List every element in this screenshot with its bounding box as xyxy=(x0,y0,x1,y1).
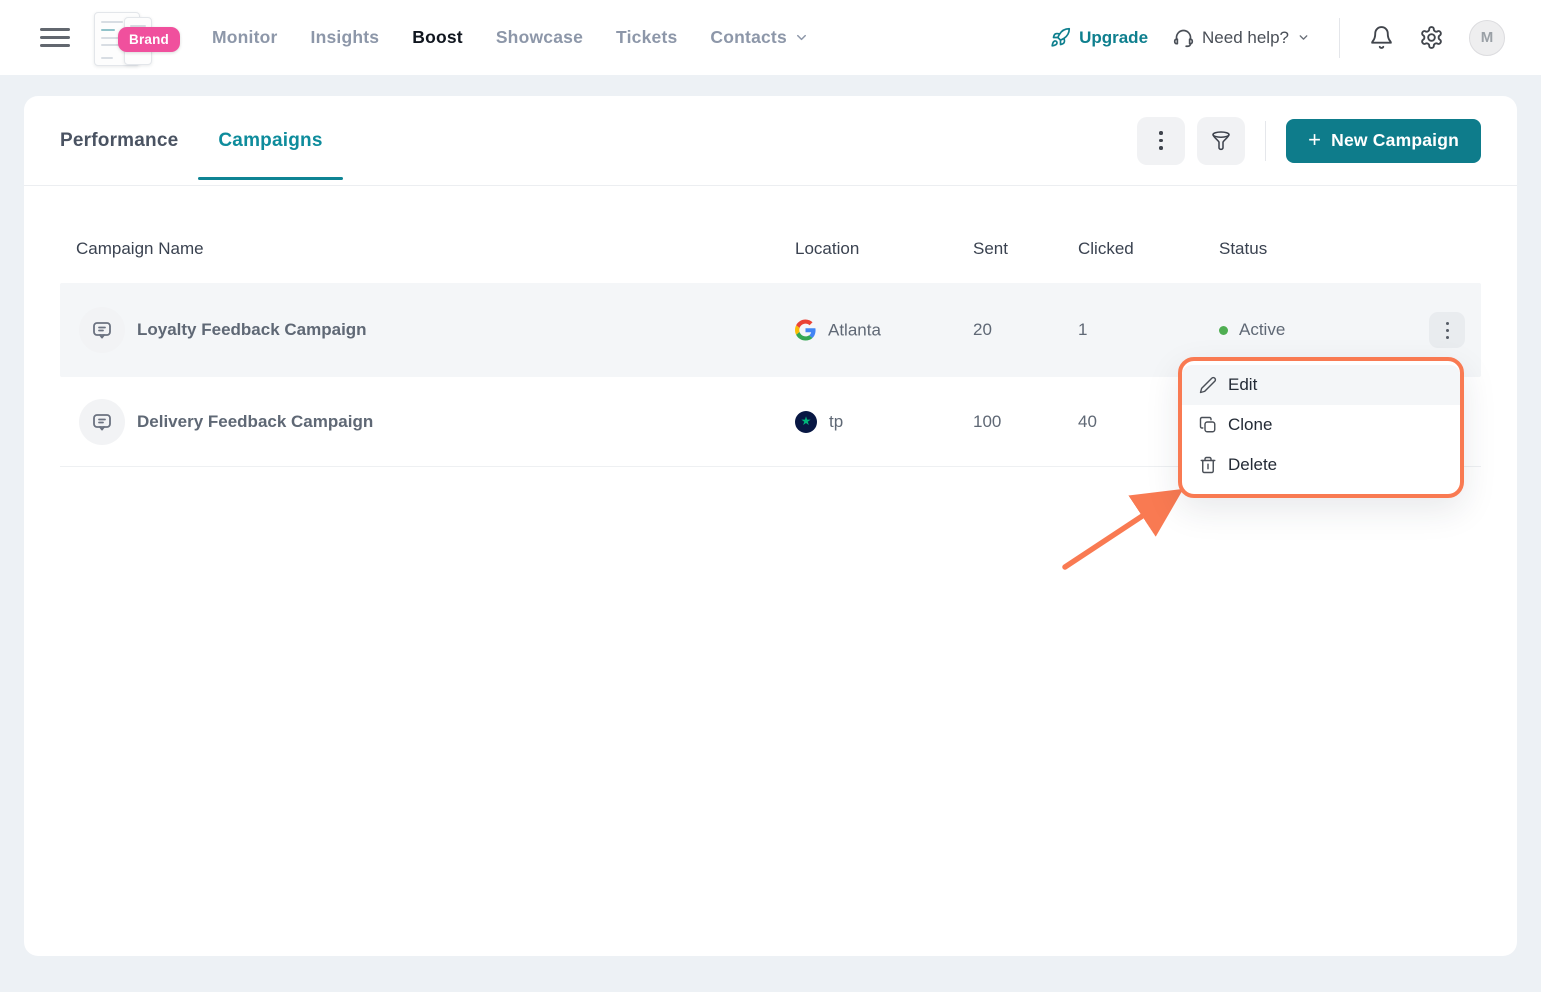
clicked-count: 40 xyxy=(1078,412,1097,432)
user-avatar[interactable]: M xyxy=(1469,20,1505,56)
column-header-location: Location xyxy=(795,239,859,259)
brand-badge: Brand xyxy=(118,27,180,52)
nav-item-contacts[interactable]: Contacts xyxy=(710,27,808,48)
tab-performance[interactable]: Performance xyxy=(60,96,178,185)
table-header-row: Campaign Name Location Sent Clicked Stat… xyxy=(60,186,1481,283)
topbar-right-cluster: Upgrade Need help? xyxy=(1050,18,1505,58)
nav-item-monitor[interactable]: Monitor xyxy=(212,27,278,48)
campaign-name[interactable]: Loyalty Feedback Campaign xyxy=(137,320,367,340)
nav-item-boost[interactable]: Boost xyxy=(412,27,463,48)
notifications-bell-icon[interactable] xyxy=(1369,25,1394,50)
status-badge: Active xyxy=(1219,320,1285,340)
campaign-name[interactable]: Delivery Feedback Campaign xyxy=(137,412,373,432)
campaign-feedback-icon xyxy=(79,399,125,445)
nav-item-showcase[interactable]: Showcase xyxy=(496,27,583,48)
row-actions-button[interactable] xyxy=(1429,312,1465,348)
rocket-icon xyxy=(1050,27,1071,48)
column-header-campaign-name: Campaign Name xyxy=(76,239,204,259)
status-label: Active xyxy=(1239,320,1285,340)
more-options-button[interactable] xyxy=(1137,117,1185,165)
tab-campaigns[interactable]: Campaigns xyxy=(218,96,322,185)
column-header-status: Status xyxy=(1219,239,1267,259)
plus-icon: + xyxy=(1308,129,1321,151)
menu-item-label: Edit xyxy=(1228,375,1257,395)
campaign-location: ★ tp xyxy=(795,411,843,433)
filter-button[interactable] xyxy=(1197,117,1245,165)
panel-actions: + New Campaign xyxy=(1137,117,1481,165)
menu-item-clone[interactable]: Clone xyxy=(1182,405,1460,445)
kebab-icon xyxy=(1159,131,1163,150)
top-navigation-bar: Brand Monitor Insights Boost Showcase Ti… xyxy=(0,0,1541,75)
main-nav: Monitor Insights Boost Showcase Tickets … xyxy=(212,27,809,48)
upgrade-label: Upgrade xyxy=(1079,28,1148,48)
menu-item-label: Delete xyxy=(1228,455,1277,475)
campaign-feedback-icon xyxy=(79,307,125,353)
nav-item-contacts-label: Contacts xyxy=(710,27,786,48)
kebab-icon xyxy=(1446,322,1449,339)
need-help-menu[interactable]: Need help? xyxy=(1173,27,1310,48)
menu-item-label: Clone xyxy=(1228,415,1272,435)
sent-count: 20 xyxy=(973,320,992,340)
location-label: tp xyxy=(829,412,843,432)
google-icon xyxy=(795,320,816,341)
annotation-arrow xyxy=(1039,481,1199,591)
trustpilot-icon: ★ xyxy=(795,411,817,433)
panel-header: Performance Campaigns + New Campaign xyxy=(24,96,1517,186)
settings-gear-icon[interactable] xyxy=(1419,25,1444,50)
location-label: Atlanta xyxy=(828,320,881,340)
need-help-label: Need help? xyxy=(1202,28,1289,48)
clicked-count: 1 xyxy=(1078,320,1087,340)
funnel-icon xyxy=(1209,129,1233,153)
actions-divider xyxy=(1265,121,1266,161)
topbar-divider xyxy=(1339,18,1340,58)
new-campaign-label: New Campaign xyxy=(1331,130,1459,151)
column-header-sent: Sent xyxy=(973,239,1008,259)
copy-icon xyxy=(1199,416,1217,434)
menu-item-delete[interactable]: Delete xyxy=(1182,445,1460,485)
nav-item-insights[interactable]: Insights xyxy=(311,27,380,48)
app-logo[interactable]: Brand xyxy=(92,6,184,70)
chevron-down-icon xyxy=(1297,31,1310,44)
nav-item-tickets[interactable]: Tickets xyxy=(616,27,677,48)
new-campaign-button[interactable]: + New Campaign xyxy=(1286,119,1481,163)
active-status-dot xyxy=(1219,326,1228,335)
campaigns-panel: Performance Campaigns + New Campaign xyxy=(24,96,1517,956)
row-context-menu: Edit Clone Delete xyxy=(1178,357,1464,498)
chevron-down-icon xyxy=(794,30,809,45)
campaign-location: Atlanta xyxy=(795,320,881,341)
headset-icon xyxy=(1173,27,1194,48)
sent-count: 100 xyxy=(973,412,1001,432)
column-header-clicked: Clicked xyxy=(1078,239,1134,259)
trash-icon xyxy=(1199,456,1217,474)
menu-item-edit[interactable]: Edit xyxy=(1182,365,1460,405)
upgrade-link[interactable]: Upgrade xyxy=(1050,27,1148,48)
hamburger-menu-icon[interactable] xyxy=(40,28,70,47)
tab-bar: Performance Campaigns xyxy=(60,96,323,185)
pencil-icon xyxy=(1199,376,1217,394)
